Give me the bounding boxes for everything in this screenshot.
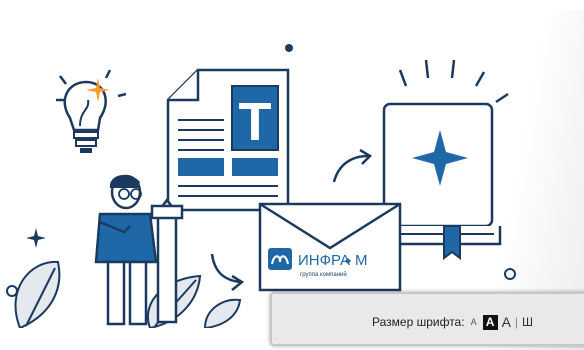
lightbulb-icon [56,69,127,153]
book-icon [382,59,509,260]
brand-suffix: М [355,252,368,269]
font-size-medium-button[interactable]: A [482,314,498,330]
banner-illustration: T ИНФРА М группа компаний [6,44,516,328]
accessibility-toolbar: Размер шрифта: A A A | Ш [270,292,584,346]
circle-decoration [6,285,18,297]
separator: | [514,315,519,329]
font-size-label: Размер шрифта: [372,315,465,329]
document-letter: T [239,92,272,152]
brand-name: ИНФРА [298,252,350,269]
leaves-left [14,260,242,328]
brand-tagline: группа компаний [300,271,347,278]
arrow-icon [332,154,369,183]
letter-spacing-label: Ш [522,315,534,329]
sparkle-icon [26,228,46,248]
font-size-small-button[interactable]: A [471,317,477,327]
circle-decoration [504,268,516,280]
dot-decoration [285,44,293,52]
